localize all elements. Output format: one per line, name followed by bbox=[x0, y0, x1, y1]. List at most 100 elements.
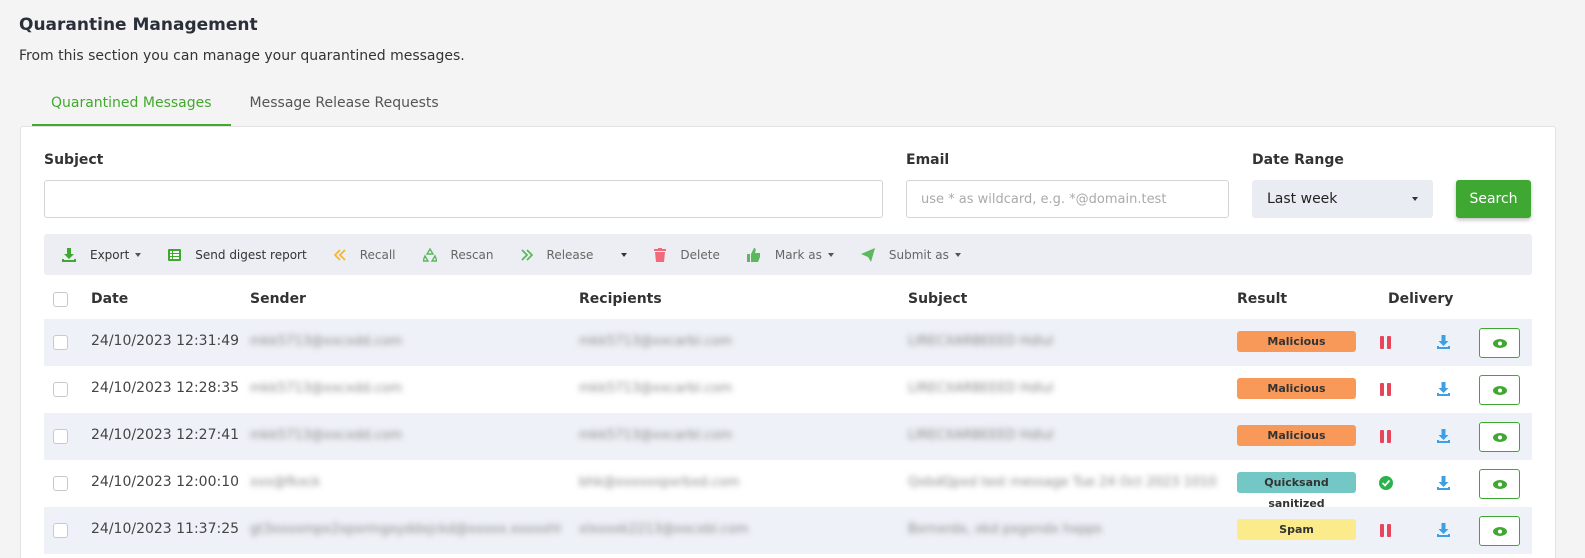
column-subject[interactable]: Subject bbox=[908, 291, 967, 307]
row-date: 24/10/2023 12:27:41 bbox=[91, 427, 240, 443]
page-subtitle: From this section you can manage your qu… bbox=[19, 48, 465, 64]
send-digest-button[interactable]: Send digest report bbox=[168, 247, 307, 262]
row-recipients: mkk5713@xxcarbl.com bbox=[579, 334, 733, 349]
column-delivery[interactable]: Delivery bbox=[1388, 291, 1453, 307]
row-subject: LIRECXARBEEED Hdlul bbox=[908, 381, 1054, 396]
eye-icon bbox=[1492, 479, 1507, 489]
table-row[interactable]: 24/10/2023 12:28:35 mkk5713@xxcxdd.com m… bbox=[44, 366, 1532, 413]
row-date: 24/10/2023 11:37:25 bbox=[91, 521, 240, 537]
eye-icon bbox=[1492, 385, 1507, 395]
row-recipients: mkk5713@xxcarbl.com bbox=[579, 381, 733, 396]
row-date: 24/10/2023 12:28:35 bbox=[91, 380, 240, 396]
row-subject: QxbdQpxd test message Tue 24 Oct 2023 10… bbox=[908, 475, 1218, 490]
download-icon bbox=[62, 247, 76, 262]
table-row[interactable]: 24/10/2023 12:27:41 mkk5713@xxcxdd.com m… bbox=[44, 413, 1532, 460]
send-digest-label: Send digest report bbox=[195, 247, 307, 262]
view-message-button[interactable] bbox=[1479, 375, 1520, 405]
pause-icon[interactable] bbox=[1380, 336, 1392, 349]
mark-as-label: Mark as bbox=[774, 247, 822, 262]
column-date[interactable]: Date bbox=[91, 291, 128, 307]
recall-label: Recall bbox=[359, 247, 396, 262]
email-input[interactable] bbox=[906, 180, 1229, 218]
row-checkbox[interactable] bbox=[53, 382, 68, 397]
table-row[interactable]: 24/10/2023 12:00:10 xxx@fkxck bhk@xxxxxx… bbox=[44, 460, 1532, 510]
export-button[interactable]: Export bbox=[62, 247, 142, 262]
table-row[interactable]: 24/10/2023 11:37:25 gt3xxxxmpx2xpxrmgxyd… bbox=[44, 507, 1532, 554]
tab-message-release-requests[interactable]: Message Release Requests bbox=[231, 86, 458, 126]
pause-icon[interactable] bbox=[1380, 430, 1392, 443]
mark-as-button[interactable]: Mark as bbox=[746, 247, 834, 262]
eye-icon bbox=[1492, 338, 1507, 348]
list-icon bbox=[168, 248, 182, 261]
column-recipients[interactable]: Recipients bbox=[579, 291, 662, 307]
column-result[interactable]: Result bbox=[1237, 291, 1287, 307]
select-all-checkbox[interactable] bbox=[53, 292, 68, 307]
delete-button[interactable]: Delete bbox=[654, 247, 720, 262]
release-button[interactable]: Release bbox=[520, 247, 628, 262]
release-dropdown-caret-icon[interactable] bbox=[621, 252, 628, 257]
tab-quarantined-messages[interactable]: Quarantined Messages bbox=[32, 86, 231, 126]
submit-as-label: Submit as bbox=[888, 247, 949, 262]
rescan-label: Rescan bbox=[450, 247, 494, 262]
row-subject: LIRECXARBEEED Hdlul bbox=[908, 428, 1054, 443]
download-icon[interactable] bbox=[1437, 335, 1450, 349]
action-toolbar: Export Send digest report Recall Rescan … bbox=[44, 234, 1532, 275]
double-chevron-right-icon bbox=[520, 248, 533, 261]
row-sender: mkk5713@xxcxdd.com bbox=[250, 334, 403, 349]
release-label: Release bbox=[546, 247, 594, 262]
pause-icon[interactable] bbox=[1380, 524, 1392, 537]
main-panel: Subject Email Date Range Last week Searc… bbox=[20, 126, 1556, 558]
paper-plane-icon bbox=[860, 247, 875, 262]
date-range-label: Date Range bbox=[1252, 152, 1344, 168]
download-icon[interactable] bbox=[1437, 382, 1450, 396]
caret-down-icon bbox=[135, 252, 142, 257]
download-icon[interactable] bbox=[1437, 523, 1450, 537]
result-badge: Quicksand sanitized bbox=[1237, 472, 1356, 510]
subject-label: Subject bbox=[44, 152, 104, 168]
page-title: Quarantine Management bbox=[19, 15, 258, 35]
table-row[interactable]: 24/10/2023 12:31:49 mkk5713@xxcxdd.com m… bbox=[44, 319, 1532, 366]
download-icon[interactable] bbox=[1437, 429, 1450, 443]
download-icon[interactable] bbox=[1437, 476, 1450, 490]
export-label: Export bbox=[90, 247, 130, 262]
pause-icon[interactable] bbox=[1380, 383, 1392, 396]
tab-bar: Quarantined Messages Message Release Req… bbox=[32, 86, 458, 126]
result-badge: Spam bbox=[1237, 519, 1356, 540]
view-message-button[interactable] bbox=[1479, 516, 1520, 546]
subject-input[interactable] bbox=[44, 180, 883, 218]
column-sender[interactable]: Sender bbox=[250, 291, 306, 307]
view-message-button[interactable] bbox=[1479, 422, 1520, 452]
row-date: 24/10/2023 12:00:10 bbox=[91, 474, 240, 490]
row-sender: mkk5713@xxcxdd.com bbox=[250, 428, 403, 443]
result-badge: Malicious bbox=[1237, 331, 1356, 352]
trash-icon bbox=[654, 247, 667, 262]
eye-icon bbox=[1492, 526, 1507, 536]
row-sender: xxx@fkxck bbox=[250, 475, 321, 490]
recycle-icon bbox=[422, 247, 437, 262]
table-header: Date Sender Recipients Subject Result De… bbox=[44, 277, 1532, 319]
row-sender: gt3xxxxmpx2xpxrmgxyddxjckd@xxxxx.xxxxxht… bbox=[250, 522, 560, 537]
row-recipients: mkk5713@xxcarbl.com bbox=[579, 428, 733, 443]
check-circle-icon bbox=[1379, 476, 1393, 490]
rescan-button[interactable]: Rescan bbox=[422, 247, 494, 262]
view-message-button[interactable] bbox=[1479, 328, 1520, 358]
double-chevron-left-icon bbox=[333, 248, 346, 261]
chevron-down-icon bbox=[1412, 197, 1418, 201]
row-checkbox[interactable] bbox=[53, 476, 68, 491]
result-badge: Malicious bbox=[1237, 425, 1356, 446]
eye-icon bbox=[1492, 432, 1507, 442]
row-sender: mkk5713@xxcxdd.com bbox=[250, 381, 403, 396]
search-button[interactable]: Search bbox=[1456, 180, 1531, 218]
caret-down-icon bbox=[954, 252, 961, 257]
recall-button[interactable]: Recall bbox=[333, 247, 396, 262]
thumbs-up-icon bbox=[746, 247, 760, 262]
caret-down-icon bbox=[827, 252, 834, 257]
view-message-button[interactable] bbox=[1479, 469, 1520, 499]
date-range-select[interactable]: Last week bbox=[1252, 180, 1433, 218]
delete-label: Delete bbox=[680, 247, 720, 262]
row-checkbox[interactable] bbox=[53, 335, 68, 350]
email-label: Email bbox=[906, 152, 950, 168]
submit-as-button[interactable]: Submit as bbox=[860, 247, 961, 262]
row-checkbox[interactable] bbox=[53, 523, 68, 538]
row-checkbox[interactable] bbox=[53, 429, 68, 444]
